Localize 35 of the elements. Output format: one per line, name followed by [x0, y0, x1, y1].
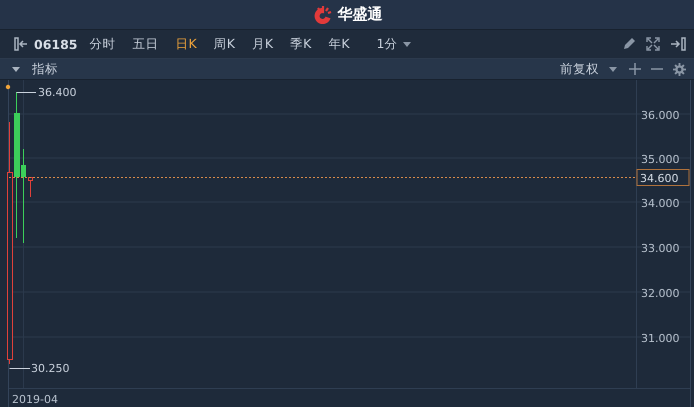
period-tab[interactable]: 季K — [290, 36, 312, 52]
price-tick: 32.000 — [641, 287, 680, 300]
caret-icon — [609, 66, 617, 72]
pencil-icon[interactable] — [622, 37, 636, 51]
price-tick: 36.000 — [641, 109, 680, 122]
period-tab[interactable]: 分时 — [90, 36, 116, 52]
marker-dot — [6, 84, 10, 90]
low-price-label: 30.250 — [31, 362, 70, 375]
plus-icon[interactable] — [629, 63, 641, 75]
indicator-label: 指标 — [32, 60, 58, 78]
interval-dropdown[interactable]: 1分 — [376, 36, 412, 52]
expand-panel-icon[interactable] — [670, 37, 686, 51]
current-price-tag: 34.600 — [636, 169, 690, 186]
stock-code: 06185 — [34, 36, 78, 52]
date-label: 2019-04 — [12, 393, 58, 406]
logo-icon — [312, 6, 334, 24]
leader-line — [9, 368, 30, 369]
adjustment-dropdown[interactable]: 前复权 — [560, 60, 617, 78]
fullscreen-icon[interactable] — [646, 37, 660, 51]
period-tab[interactable]: 年K — [328, 36, 350, 52]
settings-icon[interactable] — [673, 62, 686, 76]
leader-line — [16, 92, 36, 93]
collapse-panel-icon[interactable] — [14, 37, 28, 51]
price-tick: 33.000 — [641, 242, 680, 255]
period-tab[interactable]: 周K — [214, 36, 235, 52]
price-tick: 31.000 — [641, 332, 680, 345]
period-tab[interactable]: 日K — [176, 36, 197, 52]
period-tab[interactable]: 五日 — [132, 36, 158, 52]
app-title: 华盛通 — [338, 5, 382, 24]
price-tick: 34.000 — [641, 197, 680, 210]
price-tick: 35.000 — [641, 153, 680, 166]
caret-icon[interactable] — [12, 66, 20, 72]
caret-icon — [403, 42, 412, 46]
high-price-label: 36.400 — [38, 86, 76, 99]
period-tab[interactable]: 月K — [252, 36, 274, 52]
